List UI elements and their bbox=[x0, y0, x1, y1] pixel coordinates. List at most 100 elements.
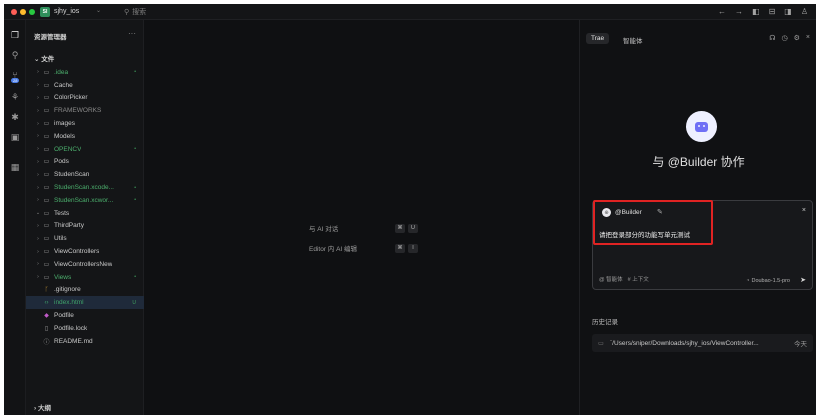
forward-arrow-icon[interactable]: → bbox=[735, 7, 743, 16]
tree-item-label: ThirdParty bbox=[54, 222, 84, 230]
more-icon[interactable]: ··· bbox=[128, 29, 136, 38]
tree-item-label: Tests bbox=[54, 209, 70, 217]
tree-item[interactable]: › ▭ StudenScan.xcode... • bbox=[26, 181, 144, 194]
outline-section-header[interactable]: › 大纲 bbox=[34, 402, 51, 412]
files-section-header[interactable]: ⌄ 文件 bbox=[34, 53, 54, 63]
editor-area: 与 AI 对话 ⌘ U Editor 内 AI 编辑 ⌘ I bbox=[145, 20, 579, 415]
source-control-badge: 28 bbox=[11, 78, 20, 83]
debug-icon[interactable]: ✱ bbox=[9, 111, 21, 123]
tree-item-label: ViewControllersNew bbox=[54, 260, 113, 268]
toggle-panel-icon[interactable]: ⊟ bbox=[769, 7, 776, 16]
robot-icon bbox=[695, 121, 708, 132]
search-icon[interactable]: ⚲ bbox=[9, 49, 21, 61]
toggle-sidebar-icon[interactable]: ◧ bbox=[752, 7, 760, 16]
activity-bar: ❐ ⚲ ⑂ 28 ⚘ ✱ ▣ ▦ bbox=[4, 20, 26, 415]
titlebar-actions: ← → ◧ ⊟ ◨ ♙ bbox=[718, 7, 808, 16]
tree-item[interactable]: ▯ Podfile.lock bbox=[26, 322, 144, 335]
chevron-icon: › bbox=[37, 69, 39, 76]
toggle-right-panel-icon[interactable]: ◨ bbox=[784, 7, 792, 16]
explorer-title: 资源管理器 bbox=[34, 34, 67, 41]
account-icon[interactable]: ♙ bbox=[801, 7, 808, 16]
remote-icon[interactable]: ▣ bbox=[9, 131, 21, 143]
red-highlight-box bbox=[593, 200, 713, 245]
shortcut-key: U bbox=[408, 223, 418, 233]
folder-icon: ▭ bbox=[43, 197, 50, 204]
close-window-button[interactable] bbox=[11, 9, 17, 15]
model-selector[interactable]: ◔ Doubao-1.5-pro bbox=[746, 278, 790, 284]
tree-item[interactable]: › ▭ images bbox=[26, 117, 144, 130]
chevron-down-icon[interactable]: ⌄ bbox=[96, 7, 101, 14]
tree-item[interactable]: › ▭ Utils bbox=[26, 232, 144, 245]
chevron-icon: ⌄ bbox=[35, 210, 41, 217]
tree-item[interactable]: › ▭ ThirdParty bbox=[26, 220, 144, 233]
tree-item[interactable]: › ▭ Views • bbox=[26, 271, 144, 284]
extensions-icon[interactable]: ⚘ bbox=[9, 91, 21, 103]
folder-icon: ▭ bbox=[43, 274, 50, 281]
model-icon: ◔ bbox=[746, 278, 750, 284]
history-icon[interactable]: ◷ bbox=[782, 34, 788, 42]
tree-item[interactable]: › ▭ StudenScan.xcwor... • bbox=[26, 194, 144, 207]
close-icon[interactable]: × bbox=[802, 207, 806, 214]
chevron-icon: › bbox=[37, 235, 39, 242]
files-section-label: 文件 bbox=[41, 56, 55, 63]
tree-item-label: StudenScan.xcode... bbox=[54, 184, 114, 192]
search-box[interactable]: ⚲ 搜索 bbox=[124, 7, 146, 17]
close-icon[interactable]: × bbox=[806, 34, 810, 42]
tree-item[interactable]: ᚴ .gitignore bbox=[26, 284, 144, 297]
tree-item[interactable]: › ▭ Models bbox=[26, 130, 144, 143]
title-bar: SI sjhy_ios ⌄ ⚲ 搜索 ← → ◧ ⊟ ◨ ♙ bbox=[4, 4, 816, 20]
tree-item[interactable]: › ▭ StudenScan bbox=[26, 168, 144, 181]
folder-icon: ▭ bbox=[43, 172, 50, 179]
tree-item-label: Cache bbox=[54, 81, 73, 89]
hint-ai-chat: 与 AI 对话 ⌘ U bbox=[309, 223, 419, 233]
context-button[interactable]: # 上下文 bbox=[628, 275, 649, 283]
shortcut-key: ⌘ bbox=[395, 223, 405, 233]
hint-ai-edit: Editor 内 AI 编辑 ⌘ I bbox=[309, 243, 419, 253]
tree-item[interactable]: › ▭ .idea • bbox=[26, 66, 144, 79]
model-label: Doubao-1.5-pro bbox=[751, 278, 790, 284]
minimize-window-button[interactable] bbox=[20, 9, 26, 15]
tree-item[interactable]: › ▭ ViewControllersNew bbox=[26, 258, 144, 271]
tab-trae[interactable]: Trae bbox=[586, 33, 610, 44]
tree-item[interactable]: › ▭ FRAMEWORKS bbox=[26, 104, 144, 117]
panel-actions: ☊ ◷ ⚙ × bbox=[769, 34, 810, 42]
project-name[interactable]: sjhy_ios bbox=[54, 8, 79, 15]
tree-item[interactable]: › ▭ OPENCV • bbox=[26, 143, 144, 156]
file-tree: › ▭ .idea • › ▭ Cache › ▭ ColorPicker › ▭ FRAMEWORKS… bbox=[26, 66, 144, 348]
settings-icon[interactable]: ⚙ bbox=[794, 34, 800, 42]
explorer-icon[interactable]: ❐ bbox=[9, 29, 21, 41]
tree-item[interactable]: ◆ Podfile bbox=[26, 309, 144, 322]
tab-agent[interactable]: 智能体 bbox=[618, 33, 648, 47]
folder-icon: ▭ bbox=[43, 146, 50, 153]
chevron-icon: › bbox=[37, 274, 39, 281]
chevron-icon: › bbox=[37, 222, 39, 229]
back-arrow-icon[interactable]: ← bbox=[718, 7, 726, 16]
hint-label: 与 AI 对话 bbox=[309, 226, 339, 233]
explorer-sidebar: 资源管理器 ··· ⌄ 文件 › ▭ .idea • › ▭ Cache › ▭ ColorPic… bbox=[26, 20, 144, 415]
folder-icon: ▭ bbox=[43, 236, 50, 243]
tree-item[interactable]: › ▭ Pods bbox=[26, 156, 144, 169]
tree-item[interactable]: ⌄ ▭ Tests bbox=[26, 207, 144, 220]
chevron-icon: › bbox=[37, 82, 39, 89]
tree-item-label: .idea bbox=[54, 68, 69, 76]
folder-icon: ▭ bbox=[43, 69, 50, 76]
chat-bubble-icon: ▭ bbox=[598, 340, 604, 347]
git-status-indicator: • bbox=[134, 146, 136, 153]
git-status-indicator: U bbox=[132, 299, 136, 306]
tree-item[interactable]: › ▭ ColorPicker bbox=[26, 92, 144, 105]
history-item[interactable]: ▭ `/Users/sniper/Downloads/sjhy_ios/View… bbox=[592, 334, 813, 352]
tree-item[interactable]: › ▭ ViewControllers bbox=[26, 245, 144, 258]
tree-item[interactable]: ⓘ README.md bbox=[26, 335, 144, 348]
ai-panel: Trae 智能体 ☊ ◷ ⚙ × 与 @Builder 协作 ⊕ @Builde… bbox=[579, 20, 816, 415]
tree-item[interactable]: ‹› index.html U bbox=[26, 296, 144, 310]
shortcut-key: ⌘ bbox=[395, 243, 405, 253]
folder-icon: ▭ bbox=[43, 159, 50, 166]
agent-button[interactable]: @ 智能体 bbox=[599, 275, 623, 283]
tree-item-label: Podfile bbox=[54, 312, 74, 320]
headset-icon[interactable]: ☊ bbox=[769, 34, 775, 42]
tree-item[interactable]: › ▭ Cache bbox=[26, 79, 144, 92]
grid-apps-icon[interactable]: ▦ bbox=[9, 161, 21, 173]
send-icon[interactable]: ➤ bbox=[800, 276, 806, 284]
zoom-window-button[interactable] bbox=[29, 9, 35, 15]
tree-item-label: README.md bbox=[54, 337, 93, 345]
